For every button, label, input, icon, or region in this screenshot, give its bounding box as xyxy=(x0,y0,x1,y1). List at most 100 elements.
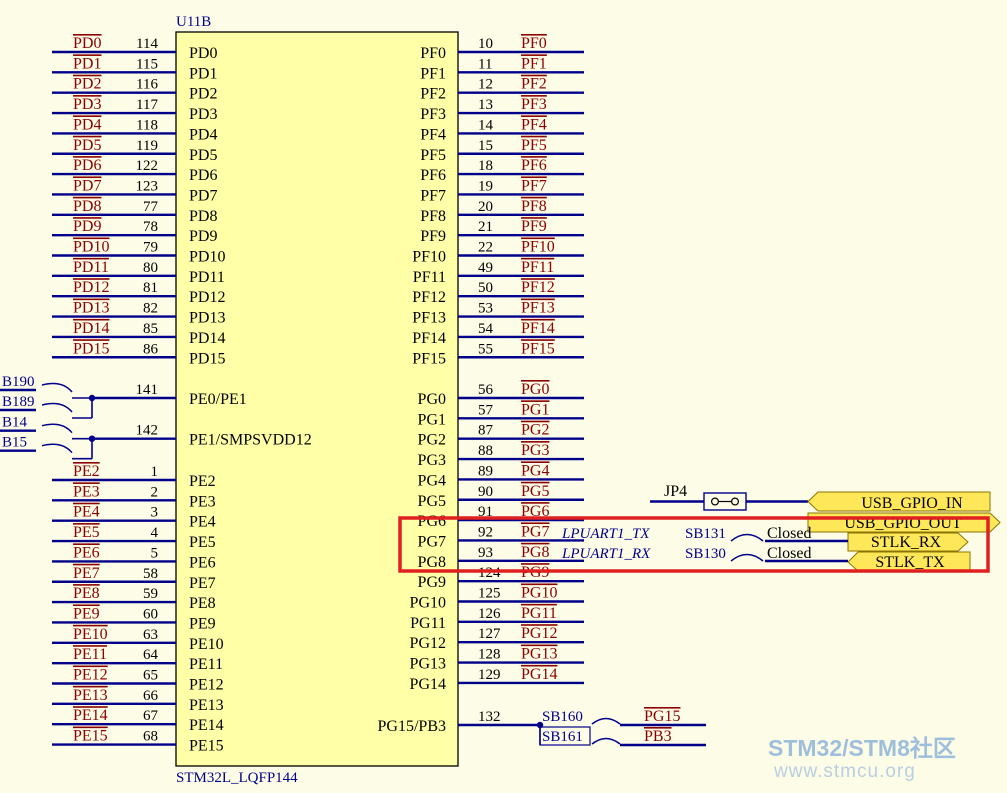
pin-name: PE1/SMPSVDD12 xyxy=(189,432,312,449)
pin-number: 10 xyxy=(478,36,493,52)
port-usb-gpio-out[interactable]: USB_GPIO_OUT xyxy=(807,512,1001,533)
net-label: PF0 xyxy=(521,35,547,52)
left-pins-port-d: PD0 114 PD0 PD1 115 PD1 PD2 116 PD2 PD3 117 PD3 PD4 1… xyxy=(52,35,225,367)
net-label: PF7 xyxy=(521,177,547,194)
pin-number: 4 xyxy=(151,525,159,541)
port-stlk-rx[interactable]: STLK_RX xyxy=(847,532,969,552)
pin-number: 87 xyxy=(478,423,494,439)
solder-bridge-arc xyxy=(591,737,621,745)
pin-name: PF15 xyxy=(412,350,446,367)
pin-number: 12 xyxy=(478,77,493,93)
pin-name: PF9 xyxy=(420,228,446,245)
pin-number: 125 xyxy=(478,586,501,602)
pin-name: PE5 xyxy=(189,534,216,551)
sb131-state: Closed xyxy=(767,525,811,542)
pin-number: 64 xyxy=(143,647,159,663)
net-label: PF15 xyxy=(521,340,555,357)
pin-number: 78 xyxy=(143,219,158,235)
watermark: STM32/STM8社区 www.stmcu.org xyxy=(768,735,956,782)
net-label: PD2 xyxy=(73,76,101,93)
net-label: PF10 xyxy=(521,239,555,256)
pin-name: PG13 xyxy=(410,656,446,673)
port-label: STLK_TX xyxy=(875,554,945,571)
pin-number: 92 xyxy=(478,524,493,540)
net-label: PE9 xyxy=(73,605,100,622)
pin-name: PD7 xyxy=(189,187,217,204)
pin-name: PE4 xyxy=(189,514,216,531)
left-pins-port-e: PE2 1 PE2 PE3 2 PE3 PE4 3 PE4 PE5 4 PE5 PE6 5 PE6 PE7 58… xyxy=(52,463,224,755)
sb130-state: Closed xyxy=(767,545,811,562)
pin-name: PF2 xyxy=(420,86,446,103)
pin-name: PF1 xyxy=(420,65,446,82)
solder-bridge-arc xyxy=(730,533,764,542)
pin-number: 132 xyxy=(478,709,501,725)
lpuart-tx-path[interactable]: LPUART1_TX SB131 Closed xyxy=(561,525,848,543)
jumper-pin xyxy=(730,497,739,506)
pin-name: PE11 xyxy=(189,656,223,673)
pin-number: 55 xyxy=(478,341,493,357)
net-label: PG11 xyxy=(521,605,557,622)
pin-number: 82 xyxy=(143,301,158,317)
net-label: PE15 xyxy=(73,728,108,745)
net-label: PE8 xyxy=(73,585,100,602)
jp4-jumper[interactable]: JP4 xyxy=(650,483,808,511)
solder-bridge-arc xyxy=(41,443,73,454)
jp4-label: JP4 xyxy=(664,483,687,500)
port-usb-gpio-in[interactable]: USB_GPIO_IN xyxy=(807,491,991,512)
net-label: PE12 xyxy=(73,667,108,684)
pin-name: PF5 xyxy=(420,147,446,164)
net-label: PE7 xyxy=(73,565,100,582)
net-label: PG2 xyxy=(521,422,549,439)
pin-name: PF4 xyxy=(420,126,446,143)
pin-name: PG14 xyxy=(410,676,446,693)
pin-number: 5 xyxy=(151,545,159,561)
net-label: PG1 xyxy=(521,401,549,418)
lpuart-rx-path[interactable]: LPUART1_RX SB130 Closed xyxy=(561,545,848,563)
net-label: PF6 xyxy=(521,157,547,174)
pin-name: PD13 xyxy=(189,310,225,327)
pin-name: PF12 xyxy=(412,289,446,306)
pin-number: 80 xyxy=(143,260,158,276)
pin-number: 116 xyxy=(136,77,158,93)
pin-number: 115 xyxy=(136,56,158,72)
port-stlk-tx[interactable]: STLK_TX xyxy=(847,551,971,572)
pin-number: 13 xyxy=(478,97,493,113)
pin-number: 128 xyxy=(478,647,501,663)
pin-name: PF11 xyxy=(413,269,446,286)
pin-number: 79 xyxy=(143,240,158,256)
net-label: PG7 xyxy=(521,523,549,540)
pin-name: PG15/PB3 xyxy=(378,718,446,735)
pin-name: PE0/PE1 xyxy=(189,391,247,408)
pin-name: PF3 xyxy=(420,106,446,123)
net-label: PG3 xyxy=(521,442,549,459)
net-label: PG13 xyxy=(521,646,557,663)
net-label: PD12 xyxy=(73,279,109,296)
watermark-url: www.stmcu.org xyxy=(773,761,916,782)
pin-number: 93 xyxy=(478,545,493,561)
pin-name: PE8 xyxy=(189,595,216,612)
net-label: PD11 xyxy=(73,259,109,276)
net-label: PE3 xyxy=(73,483,100,500)
pin-number: 1 xyxy=(151,464,159,480)
pin-name: PD8 xyxy=(189,208,217,225)
net-label: PD9 xyxy=(73,218,101,235)
pin-number: 54 xyxy=(478,321,494,337)
net-label: PD0 xyxy=(73,35,101,52)
net-label: PF1 xyxy=(521,55,547,72)
net-label: PG10 xyxy=(521,585,557,602)
pin-name: PD1 xyxy=(189,65,217,82)
pin-name: PE14 xyxy=(189,717,224,734)
pin-name: PG10 xyxy=(410,595,446,612)
sb-label: SB160 xyxy=(542,709,583,725)
pin-number: 19 xyxy=(478,178,493,194)
pin-number: 67 xyxy=(143,708,159,724)
pin-number: 53 xyxy=(478,301,493,317)
net-label: PE2 xyxy=(73,463,100,480)
pin-name: PE13 xyxy=(189,697,224,714)
solder-bridge-arc xyxy=(41,382,73,393)
pin-name: PD0 xyxy=(189,45,217,62)
jumper-pin xyxy=(710,497,719,506)
pin-name: PE2 xyxy=(189,473,216,490)
pin-name: PD9 xyxy=(189,228,217,245)
net-label: PF13 xyxy=(521,300,555,317)
